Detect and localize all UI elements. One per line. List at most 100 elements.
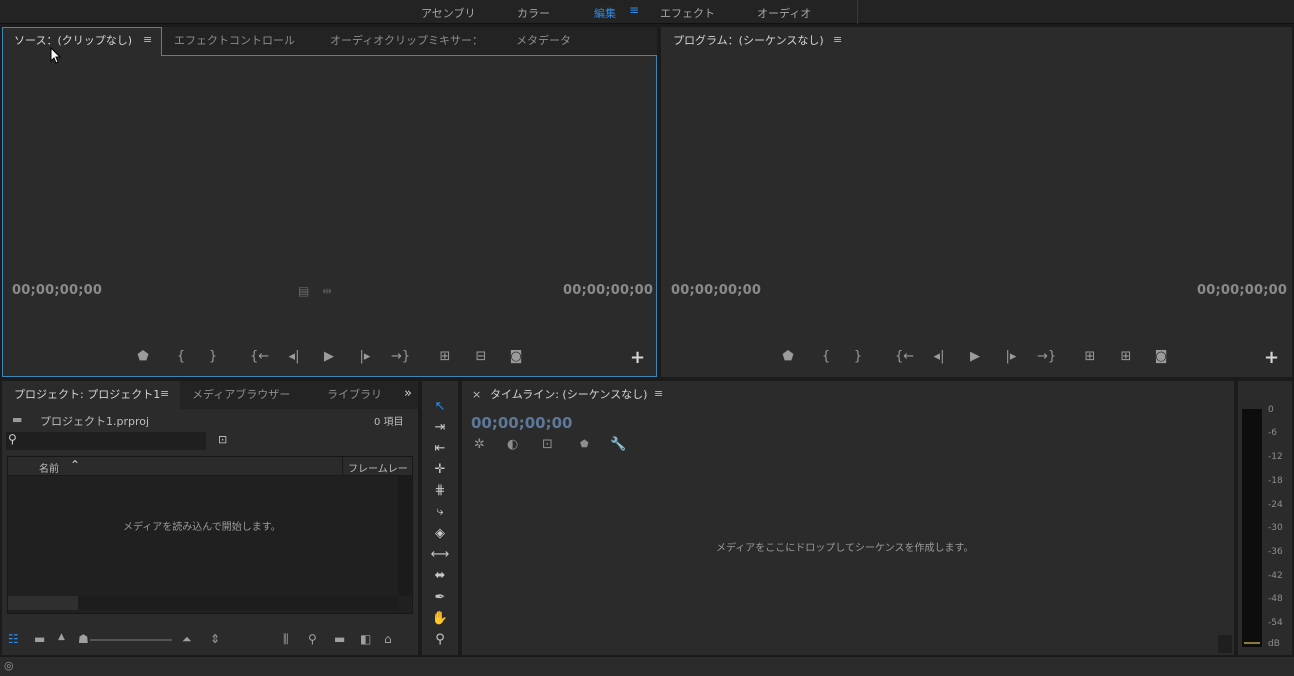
workspace-tab-audio[interactable]: オーディオ: [757, 5, 811, 21]
project-file-name: プロジェクト1.prproj: [40, 415, 150, 428]
go-to-out-icon[interactable]: →}: [1037, 349, 1056, 365]
sort-icon[interactable]: ⇕: [210, 632, 220, 646]
meter-label: -42: [1268, 571, 1283, 581]
razor-tool-icon[interactable]: ◈: [430, 525, 450, 543]
extract-icon[interactable]: ⊞: [1117, 349, 1135, 365]
mark-in-icon[interactable]: {: [172, 349, 190, 365]
find-icon[interactable]: ⚲: [308, 632, 317, 646]
tab-project[interactable]: プロジェクト: プロジェクト1: [14, 381, 160, 409]
rolling-edit-tool-icon[interactable]: ✛: [430, 461, 450, 479]
vertical-scrollbar[interactable]: [398, 476, 412, 596]
meter-label: -6: [1268, 428, 1277, 438]
zoom-slider-handle[interactable]: ☗: [78, 632, 89, 646]
tab-program[interactable]: プログラム：(シーケンスなし): [673, 27, 824, 55]
icon-view-icon[interactable]: ▬: [34, 632, 45, 646]
lift-icon[interactable]: ⊞: [1081, 349, 1099, 365]
column-framerate[interactable]: フレームレー: [348, 460, 408, 475]
step-forward-icon[interactable]: |▸: [356, 349, 374, 365]
new-search-bin-icon[interactable]: ⊡: [218, 433, 227, 446]
wrench-icon[interactable]: 🔧: [610, 437, 626, 452]
slide-tool-icon[interactable]: ⬌: [430, 567, 450, 585]
tab-metadata[interactable]: メタデータ: [516, 27, 571, 55]
drag-audio-icon[interactable]: ⇹: [322, 284, 332, 298]
snap-icon[interactable]: ✲: [474, 437, 485, 452]
film-icon[interactable]: ▤: [298, 284, 309, 298]
linked-selection-icon[interactable]: ◐: [507, 437, 518, 452]
hand-tool-icon[interactable]: ✋: [430, 610, 450, 628]
go-to-out-icon[interactable]: →}: [391, 349, 410, 365]
step-back-icon[interactable]: ◂|: [930, 349, 948, 365]
panel-menu-icon[interactable]: ≡: [654, 381, 663, 409]
workspace-bar: アセンブリ カラー 編集 ≡ エフェクト オーディオ: [0, 0, 1294, 24]
selection-tool-icon[interactable]: ↖: [430, 398, 450, 416]
overwrite-icon[interactable]: ⊟: [472, 349, 490, 365]
pen-tool-icon[interactable]: ✒: [430, 589, 450, 607]
play-icon[interactable]: ▶: [320, 349, 338, 365]
meter-label: -24: [1268, 500, 1283, 510]
source-monitor-panel: ソース：(クリップなし) ≡ エフェクトコントロール オーディオクリップミキサー…: [2, 27, 657, 377]
close-icon[interactable]: ×: [472, 381, 481, 409]
tab-timeline[interactable]: タイムライン: (シーケンスなし): [490, 381, 647, 409]
step-back-icon[interactable]: ◂|: [285, 349, 303, 365]
audio-meter-bar: [1242, 399, 1262, 647]
project-panel: プロジェクト: プロジェクト1 ≡ メディアブラウザー ライブラリ » ▬ プロ…: [2, 381, 418, 655]
go-to-in-icon[interactable]: {←: [895, 349, 914, 365]
zoom-in-icon[interactable]: ⏶: [182, 632, 192, 647]
search-input[interactable]: [6, 432, 206, 450]
source-timecode-out[interactable]: 00;00;00;00: [563, 283, 653, 298]
camera-icon[interactable]: ◙: [507, 349, 525, 365]
timeline-timecode[interactable]: 00;00;00;00: [471, 414, 573, 432]
tab-source[interactable]: ソース：(クリップなし): [14, 27, 132, 55]
panel-menu-icon[interactable]: ≡: [143, 27, 152, 55]
new-item-icon[interactable]: ◧: [360, 632, 371, 646]
workspace-tab-color[interactable]: カラー: [517, 5, 550, 21]
tab-libraries[interactable]: ライブラリ: [327, 381, 382, 409]
hamburger-icon[interactable]: ≡: [629, 3, 639, 17]
mark-out-icon[interactable]: }: [849, 349, 867, 365]
horizontal-scrollbar[interactable]: [78, 596, 398, 610]
overflow-icon[interactable]: »: [404, 381, 412, 409]
insert-icon[interactable]: ⊞: [436, 349, 454, 365]
add-marker-icon[interactable]: ⊡: [542, 437, 553, 452]
creative-cloud-icon[interactable]: ◎: [4, 659, 14, 672]
mark-in-icon[interactable]: {: [817, 349, 835, 365]
workspace-tab-editing[interactable]: 編集: [594, 5, 616, 21]
automate-to-sequence-icon[interactable]: ⫼: [283, 632, 289, 647]
rate-stretch-tool-icon[interactable]: ⋕: [430, 482, 450, 500]
vertical-scrollbar[interactable]: [1218, 635, 1232, 653]
mark-out-icon[interactable]: }: [204, 349, 222, 365]
workspace-tab-effects[interactable]: エフェクト: [660, 5, 715, 21]
add-button-icon[interactable]: +: [1264, 347, 1279, 368]
sort-ascending-icon[interactable]: ⌃: [70, 458, 80, 472]
tab-media-browser[interactable]: メディアブラウザー: [192, 381, 290, 409]
add-marker-icon[interactable]: ⬟: [134, 349, 152, 365]
camera-icon[interactable]: ◙: [1152, 349, 1170, 365]
tab-effect-controls[interactable]: エフェクトコントロール: [174, 27, 295, 55]
timeline-panel: × タイムライン: (シーケンスなし) ≡ 00;00;00;00 ✲ ◐ ⊡ …: [462, 381, 1234, 655]
program-timecode-out[interactable]: 00;00;00;00: [1197, 283, 1287, 298]
zoom-out-icon[interactable]: ▲: [58, 632, 65, 642]
program-timecode-in[interactable]: 00;00;00;00: [671, 283, 761, 298]
track-select-tool-icon[interactable]: ⇥: [430, 419, 450, 437]
zoom-slider[interactable]: [90, 639, 172, 641]
step-forward-icon[interactable]: |▸: [1002, 349, 1020, 365]
ripple-edit-tool-icon[interactable]: ⇤: [430, 440, 450, 458]
track-select-forward-icon[interactable]: ⤷: [430, 503, 450, 521]
panel-menu-icon[interactable]: ≡: [833, 27, 842, 55]
source-timecode-in[interactable]: 00;00;00;00: [12, 283, 102, 298]
play-icon[interactable]: ▶: [966, 349, 984, 365]
add-button-icon[interactable]: +: [630, 347, 645, 368]
workspace-tab-assembly[interactable]: アセンブリ: [421, 5, 475, 21]
list-view-icon[interactable]: ☷: [8, 632, 19, 646]
new-bin-icon[interactable]: ▬: [334, 632, 345, 646]
tab-audio-clip-mixer[interactable]: オーディオクリップミキサー：: [330, 27, 483, 55]
panel-menu-icon[interactable]: ≡: [160, 381, 169, 409]
zoom-tool-icon[interactable]: ⚲: [430, 631, 450, 649]
go-to-in-icon[interactable]: {←: [250, 349, 269, 365]
marker-icon[interactable]: ⬟: [580, 439, 589, 450]
trash-icon[interactable]: ⌂: [384, 632, 392, 646]
slip-tool-icon[interactable]: ⟷: [430, 546, 450, 564]
add-marker-icon[interactable]: ⬟: [779, 349, 797, 365]
column-name[interactable]: 名前: [39, 460, 59, 475]
project-list[interactable]: 名前 ⌃ フレームレー メディアを読み込んで開始します。: [7, 456, 413, 614]
